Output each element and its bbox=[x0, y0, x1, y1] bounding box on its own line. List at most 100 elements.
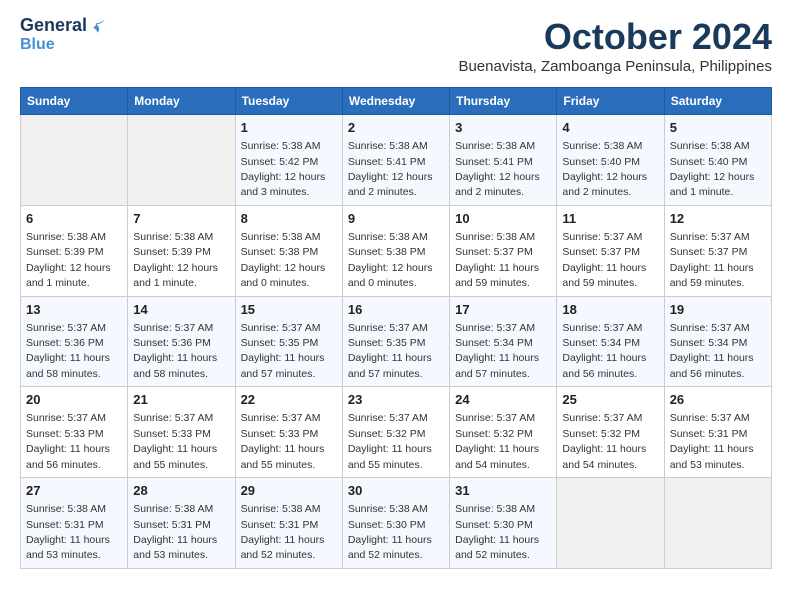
daylight-info: Daylight: 11 hours and 53 minutes. bbox=[26, 534, 110, 561]
calendar-cell: 19Sunrise: 5:37 AMSunset: 5:34 PMDayligh… bbox=[664, 296, 771, 387]
sunset-info: Sunset: 5:31 PM bbox=[133, 519, 211, 531]
day-number: 3 bbox=[455, 119, 551, 137]
calendar-cell: 23Sunrise: 5:37 AMSunset: 5:32 PMDayligh… bbox=[342, 387, 449, 478]
sunrise-info: Sunrise: 5:37 AM bbox=[562, 412, 642, 424]
daylight-info: Daylight: 12 hours and 2 minutes. bbox=[562, 171, 647, 198]
sunset-info: Sunset: 5:33 PM bbox=[133, 428, 211, 440]
sunrise-info: Sunrise: 5:38 AM bbox=[26, 231, 106, 243]
logo-general: General bbox=[20, 16, 87, 36]
calendar-cell: 27Sunrise: 5:38 AMSunset: 5:31 PMDayligh… bbox=[21, 478, 128, 569]
calendar-cell: 13Sunrise: 5:37 AMSunset: 5:36 PMDayligh… bbox=[21, 296, 128, 387]
calendar-cell: 6 Sunrise: 5:38 AM Sunset: 5:39 PM Daylight… bbox=[21, 205, 128, 296]
calendar-cell: 25Sunrise: 5:37 AMSunset: 5:32 PMDayligh… bbox=[557, 387, 664, 478]
day-number: 14 bbox=[133, 301, 229, 319]
daylight-info: Daylight: 11 hours and 57 minutes. bbox=[348, 352, 432, 379]
day-number: 7 bbox=[133, 210, 229, 228]
sunrise-info: Sunrise: 5:37 AM bbox=[133, 412, 213, 424]
sunset-info: Sunset: 5:35 PM bbox=[348, 337, 426, 349]
daylight-info: Daylight: 11 hours and 54 minutes. bbox=[455, 443, 539, 470]
calendar-cell: 7Sunrise: 5:38 AMSunset: 5:39 PMDaylight… bbox=[128, 205, 235, 296]
sunset-info: Sunset: 5:33 PM bbox=[241, 428, 319, 440]
sunset-info: Sunset: 5:31 PM bbox=[241, 519, 319, 531]
sunrise-info: Sunrise: 5:37 AM bbox=[455, 322, 535, 334]
sunrise-info: Sunrise: 5:37 AM bbox=[26, 412, 106, 424]
calendar-table: SundayMondayTuesdayWednesdayThursdayFrid… bbox=[20, 87, 772, 569]
sunrise-info: Sunrise: 5:38 AM bbox=[348, 503, 428, 515]
daylight-info: Daylight: 11 hours and 56 minutes. bbox=[670, 352, 754, 379]
logo: General Blue bbox=[20, 16, 113, 53]
sunset-info: Sunset: 5:42 PM bbox=[241, 156, 319, 168]
calendar-cell: 16 Sunrise: 5:37 AM Sunset: 5:35 PM Dayligh… bbox=[342, 296, 449, 387]
sunset-info: Sunset: 5:40 PM bbox=[562, 156, 640, 168]
daylight-info: Daylight: 11 hours and 53 minutes. bbox=[133, 534, 217, 561]
calendar-cell: 29Sunrise: 5:38 AMSunset: 5:31 PMDayligh… bbox=[235, 478, 342, 569]
weekday-header-wednesday: Wednesday bbox=[342, 88, 449, 115]
day-number: 8 bbox=[241, 210, 337, 228]
day-number: 16 bbox=[348, 301, 444, 319]
calendar-cell: 14Sunrise: 5:37 AMSunset: 5:36 PMDayligh… bbox=[128, 296, 235, 387]
calendar-cell: 20Sunrise: 5:37 AMSunset: 5:33 PMDayligh… bbox=[21, 387, 128, 478]
sunrise-info: Sunrise: 5:37 AM bbox=[133, 322, 213, 334]
sunset-info: Sunset: 5:41 PM bbox=[455, 156, 533, 168]
weekday-header-monday: Monday bbox=[128, 88, 235, 115]
calendar-cell: 22Sunrise: 5:37 AMSunset: 5:33 PMDayligh… bbox=[235, 387, 342, 478]
day-number: 25 bbox=[562, 391, 658, 409]
day-number: 24 bbox=[455, 391, 551, 409]
day-number: 30 bbox=[348, 482, 444, 500]
sunrise-info: Sunrise: 5:38 AM bbox=[455, 231, 535, 243]
calendar-cell: 30Sunrise: 5:38 AMSunset: 5:30 PMDayligh… bbox=[342, 478, 449, 569]
sunrise-info: Sunrise: 5:38 AM bbox=[670, 140, 750, 152]
sunrise-info: Sunrise: 5:38 AM bbox=[241, 503, 321, 515]
daylight-info: Daylight: 12 hours and 1 minute. bbox=[26, 262, 111, 289]
page-header: General Blue October 2024 Buenavista, Za… bbox=[20, 16, 772, 83]
day-number: 1 bbox=[241, 119, 337, 137]
sunset-info: Sunset: 5:37 PM bbox=[670, 246, 748, 258]
calendar-cell: 1Sunrise: 5:38 AMSunset: 5:42 PMDaylight… bbox=[235, 115, 342, 206]
daylight-info: Daylight: 11 hours and 59 minutes. bbox=[670, 262, 754, 289]
sunrise-info: Sunrise: 5:38 AM bbox=[26, 503, 106, 515]
daylight-info: Daylight: 11 hours and 58 minutes. bbox=[133, 352, 217, 379]
calendar-cell bbox=[21, 115, 128, 206]
logo-blue: Blue bbox=[20, 36, 55, 54]
daylight-info: Daylight: 11 hours and 53 minutes. bbox=[670, 443, 754, 470]
sunset-info: Sunset: 5:32 PM bbox=[455, 428, 533, 440]
sunset-info: Sunset: 5:34 PM bbox=[670, 337, 748, 349]
sunrise-info: Sunrise: 5:37 AM bbox=[241, 322, 321, 334]
calendar-cell bbox=[664, 478, 771, 569]
day-number: 2 bbox=[348, 119, 444, 137]
sunset-info: Sunset: 5:30 PM bbox=[348, 519, 426, 531]
calendar-cell: 5Sunrise: 5:38 AMSunset: 5:40 PMDaylight… bbox=[664, 115, 771, 206]
sunrise-info: Sunrise: 5:37 AM bbox=[348, 412, 428, 424]
logo-bird-icon bbox=[89, 17, 107, 35]
daylight-info: Daylight: 12 hours and 0 minutes. bbox=[348, 262, 433, 289]
calendar-cell bbox=[128, 115, 235, 206]
daylight-info: Daylight: 11 hours and 56 minutes. bbox=[26, 443, 110, 470]
sunset-info: Sunset: 5:39 PM bbox=[133, 246, 211, 258]
sunrise-info: Sunrise: 5:37 AM bbox=[455, 412, 535, 424]
weekday-header-friday: Friday bbox=[557, 88, 664, 115]
daylight-info: Daylight: 11 hours and 59 minutes. bbox=[562, 262, 646, 289]
calendar-cell: 28Sunrise: 5:38 AMSunset: 5:31 PMDayligh… bbox=[128, 478, 235, 569]
daylight-info: Daylight: 12 hours and 1 minute. bbox=[133, 262, 218, 289]
day-number: 18 bbox=[562, 301, 658, 319]
sunrise-info: Sunrise: 5:37 AM bbox=[26, 322, 106, 334]
sunrise-info: Sunrise: 5:38 AM bbox=[241, 140, 321, 152]
sunset-info: Sunset: 5:39 PM bbox=[26, 246, 104, 258]
sunrise-info: Sunrise: 5:38 AM bbox=[562, 140, 642, 152]
sunrise-info: Sunrise: 5:37 AM bbox=[562, 322, 642, 334]
calendar-cell: 10Sunrise: 5:38 AMSunset: 5:37 PMDayligh… bbox=[450, 205, 557, 296]
sunrise-info: Sunrise: 5:37 AM bbox=[348, 322, 428, 334]
day-number: 20 bbox=[26, 391, 122, 409]
calendar-cell: 9Sunrise: 5:38 AMSunset: 5:38 PMDaylight… bbox=[342, 205, 449, 296]
sunrise-info: Sunrise: 5:37 AM bbox=[670, 322, 750, 334]
weekday-header-thursday: Thursday bbox=[450, 88, 557, 115]
sunrise-info: Sunrise: 5:38 AM bbox=[241, 231, 321, 243]
calendar-cell: 8Sunrise: 5:38 AMSunset: 5:38 PMDaylight… bbox=[235, 205, 342, 296]
sunrise-info: Sunrise: 5:37 AM bbox=[562, 231, 642, 243]
sunrise-info: Sunrise: 5:37 AM bbox=[670, 231, 750, 243]
day-number: 23 bbox=[348, 391, 444, 409]
day-number: 6 bbox=[26, 210, 122, 228]
sunset-info: Sunset: 5:36 PM bbox=[26, 337, 104, 349]
daylight-info: Daylight: 11 hours and 58 minutes. bbox=[26, 352, 110, 379]
sunset-info: Sunset: 5:34 PM bbox=[562, 337, 640, 349]
